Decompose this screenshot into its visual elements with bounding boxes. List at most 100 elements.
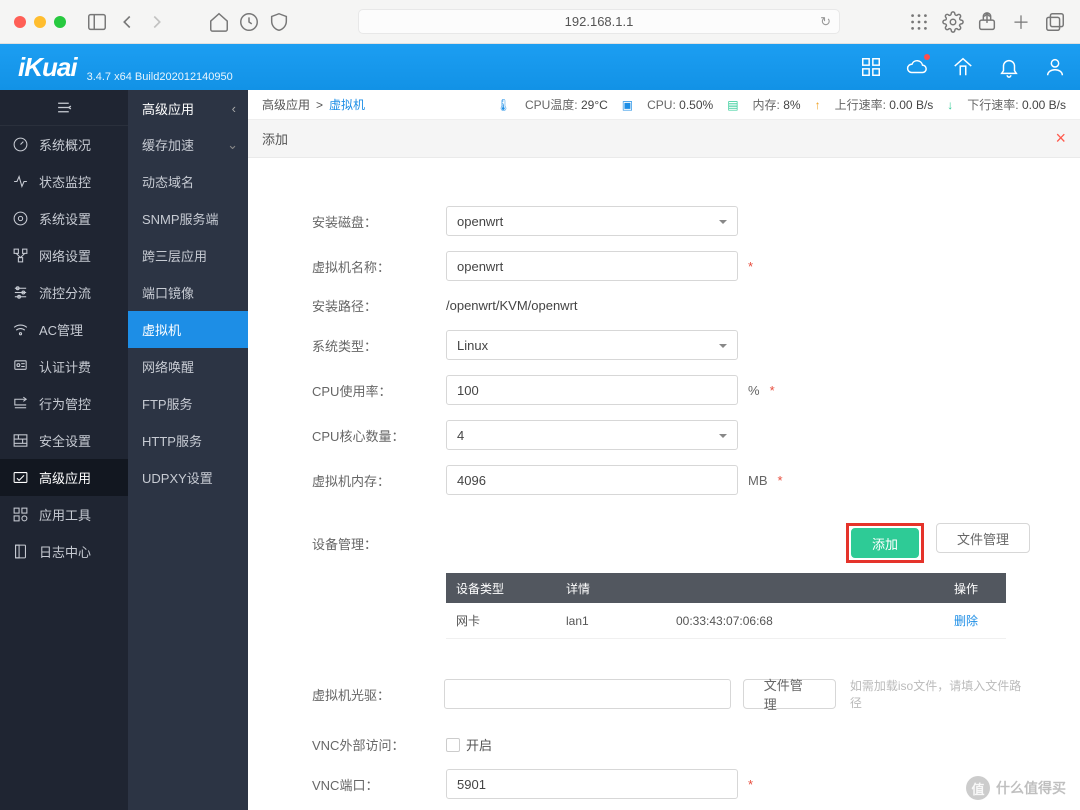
cdrom-file-button[interactable]: 文件管理 [743,679,836,709]
bell-icon[interactable] [998,56,1020,78]
grid-icon[interactable] [908,11,930,33]
maximize-window-icon[interactable] [54,16,66,28]
nav1-item-network[interactable]: 网络设置 [0,237,128,274]
disk-label: 安装磁盘： [312,212,446,231]
close-icon[interactable]: × [1055,128,1066,149]
share-icon[interactable] [976,11,998,33]
nav1-item-auth[interactable]: 认证计费 [0,348,128,385]
percent-unit: % [748,383,760,398]
delete-link[interactable]: 删除 [926,612,1006,629]
apps-icon[interactable] [860,56,882,78]
nav2-item[interactable]: 端口镜像 [128,274,248,311]
nav1-item-log[interactable]: 日志中心 [0,533,128,570]
minimize-window-icon[interactable] [34,16,46,28]
nav1-item-firewall[interactable]: 安全设置 [0,422,128,459]
home-icon[interactable] [208,11,230,33]
nav1-item-activity[interactable]: 状态监控 [0,163,128,200]
nav2-item[interactable]: 动态域名 [128,163,248,200]
memory-input[interactable] [446,465,738,495]
col-detail: 详情 [556,580,666,597]
nav2-item[interactable]: 网络唤醒 [128,348,248,385]
memory-icon: ▤ [727,98,738,112]
nav2-item[interactable]: HTTP服务 [128,422,248,459]
nav2-item[interactable]: SNMP服务端 [128,200,248,237]
reload-icon[interactable]: ↻ [820,14,831,30]
url-text: 192.168.1.1 [565,14,634,29]
tab-bar: 添加 × [248,120,1080,158]
settings-icon[interactable] [942,11,964,33]
os-select[interactable]: Linux [446,330,738,360]
nav2-group-cache[interactable]: 缓存加速 ⌄ [128,126,248,163]
vm-form: 安装磁盘： openwrt 虚拟机名称： * 安装路径： /openwrt/KV… [248,158,1080,810]
device-mgmt-label: 设备管理： [312,534,446,553]
tabs-icon[interactable] [1044,11,1066,33]
breadcrumb-parent[interactable]: 高级应用 [262,96,310,113]
address-bar[interactable]: 192.168.1.1 ↻ [358,9,840,34]
cpu-usage-input[interactable] [446,375,738,405]
vnc-port-input[interactable] [446,769,738,799]
nav-forward-icon[interactable] [146,11,168,33]
file-manage-button[interactable]: 文件管理 [936,523,1030,553]
os-label: 系统类型： [312,336,446,355]
watermark: 值 什么值得买 [966,776,1066,800]
col-type: 设备类型 [446,580,556,597]
col-ops: 操作 [926,580,1006,597]
nav2-item[interactable]: FTP服务 [128,385,248,422]
nav-back-icon[interactable] [116,11,138,33]
path-value: /openwrt/KVM/openwrt [446,298,578,313]
new-tab-icon[interactable]: ＋ [1010,11,1032,33]
nav1-item-flow[interactable]: 流控分流 [0,274,128,311]
checkbox-icon [446,738,460,752]
app-header: iKuai 3.4.7 x64 Build202012140950 [0,44,1080,90]
nav1-item-dashboard[interactable]: 系统概况 [0,126,128,163]
vnc-port-label: VNC端口： [312,775,446,794]
history-icon[interactable] [238,11,260,33]
nav2-item[interactable]: 跨三层应用 [128,237,248,274]
required-icon: * [778,473,783,488]
nav1-item-wifi[interactable]: AC管理 [0,311,128,348]
chevron-left-icon[interactable]: ‹ [232,101,236,116]
vnc-ext-checkbox[interactable]: 开启 [446,735,492,754]
sidebar-toggle-icon[interactable] [86,11,108,33]
user-icon[interactable] [1044,56,1066,78]
nav-collapse-toggle[interactable] [0,90,128,126]
dashboard-icon [12,136,29,153]
required-icon: * [748,259,753,274]
required-icon: * [770,383,775,398]
shield-icon[interactable] [268,11,290,33]
breadcrumb: 高级应用 > 虚拟机 🌡 CPU温度: 29°C ▣ CPU: 0.50% ▤ … [248,90,1080,120]
nav2-item[interactable]: 虚拟机 [128,311,248,348]
close-window-icon[interactable] [14,16,26,28]
vnc-ext-label: VNC外部访问： [312,735,446,754]
cloud-icon[interactable] [906,56,928,78]
nav1-item-behavior[interactable]: 行为管控 [0,385,128,422]
highlight-annotation: 添加 [846,523,924,563]
nav1-item-gear[interactable]: 系统设置 [0,200,128,237]
window-controls [14,16,66,28]
nav1-item-tools[interactable]: 应用工具 [0,496,128,533]
breadcrumb-sep: > [316,98,323,112]
nav1-item-app[interactable]: 高级应用 [0,459,128,496]
version-text: 3.4.7 x64 Build202012140950 [87,71,233,90]
upgrade-icon[interactable] [952,56,974,78]
disk-select[interactable]: openwrt [446,206,738,236]
logo: iKuai [18,52,77,83]
main-content: 高级应用 > 虚拟机 🌡 CPU温度: 29°C ▣ CPU: 0.50% ▤ … [248,90,1080,810]
tab-add[interactable]: 添加 [262,129,288,148]
vm-name-input[interactable] [446,251,738,281]
upload-icon: ↑ [815,98,821,112]
add-device-button[interactable]: 添加 [851,528,919,558]
chevron-down-icon: ⌄ [227,137,238,153]
cores-select[interactable]: 4 [446,420,738,450]
auth-icon [12,358,29,375]
path-label: 安装路径： [312,296,446,315]
required-icon: * [748,777,753,792]
nav2-item[interactable]: UDPXY设置 [128,459,248,496]
cdrom-input[interactable] [444,679,731,709]
memory-label: 虚拟机内存： [312,471,446,490]
browser-toolbar: 192.168.1.1 ↻ ＋ [0,0,1080,44]
firewall-icon [12,432,29,449]
table-row: 网卡 lan1 00:33:43:07:06:68 删除 [446,603,1006,639]
name-label: 虚拟机名称： [312,257,446,276]
dev-mac: 00:33:43:07:06:68 [666,614,926,628]
